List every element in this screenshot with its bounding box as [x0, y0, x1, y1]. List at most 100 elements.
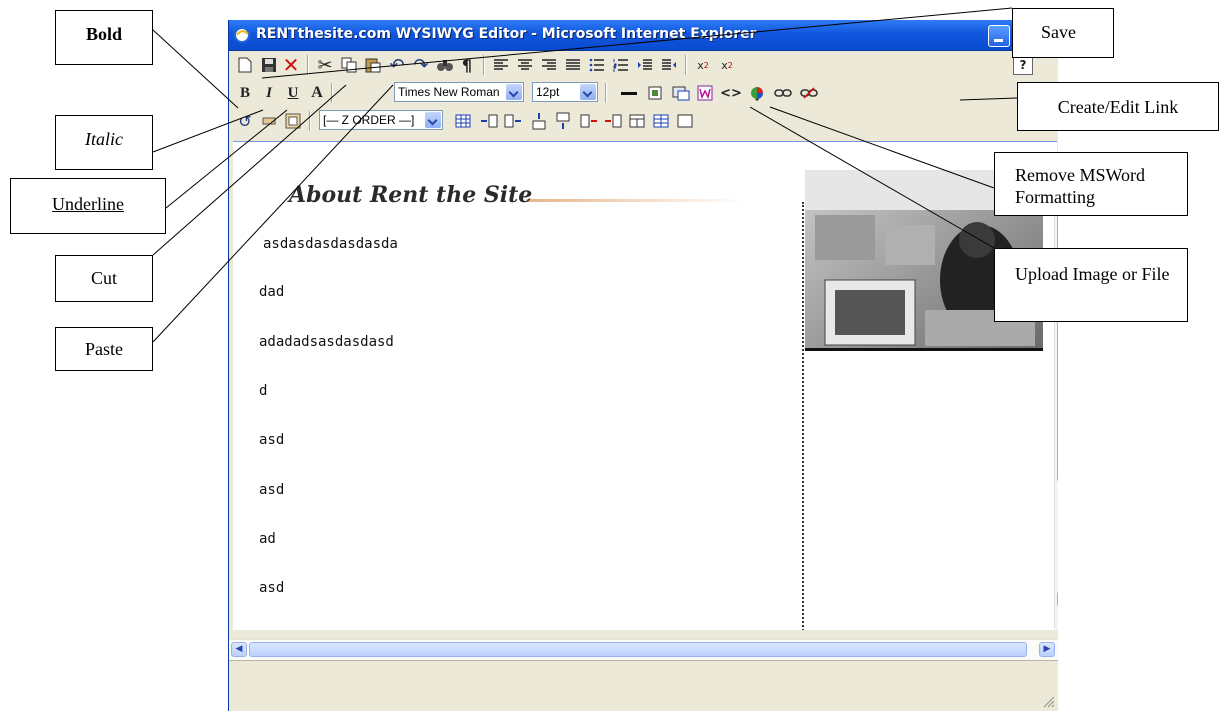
undo-icon[interactable]: ↶	[387, 55, 407, 76]
text-line: asd	[259, 482, 285, 498]
copy-icon[interactable]	[339, 55, 359, 75]
horizontal-scrollbar[interactable]: ◀ ▶	[229, 639, 1058, 660]
toolbar-row-1: ✕ ✂ ↶ ↷ ¶ x 2 x 2 ?	[229, 51, 1058, 79]
chevron-down-icon[interactable]	[506, 84, 522, 100]
font-family-select[interactable]: Times New Roman	[394, 82, 524, 102]
callout-paste: Paste	[55, 327, 153, 371]
callout-save: Save	[1012, 8, 1114, 58]
page-heading: About Rent the Site	[289, 182, 533, 208]
toolbar-row-3: ↺ [— Z ORDER —]	[229, 107, 1058, 135]
text-line: ad	[259, 531, 276, 547]
merge-cells-icon[interactable]	[627, 111, 647, 131]
scroll-left-arrow-icon[interactable]: ◀	[231, 642, 247, 657]
split-cells-icon[interactable]	[651, 111, 671, 131]
separator	[483, 55, 485, 75]
chevron-down-icon[interactable]	[425, 112, 441, 128]
unlink-icon[interactable]	[799, 83, 819, 103]
callout-bold: Bold	[55, 10, 153, 65]
separator	[309, 111, 311, 131]
text-line: asd	[259, 432, 285, 448]
align-right-icon[interactable]	[539, 55, 559, 75]
save-icon[interactable]	[259, 55, 279, 75]
indent-icon[interactable]	[635, 55, 655, 75]
toolbar-area: ✕ ✂ ↶ ↷ ¶ x 2 x 2 ? B I U A Times New Ro…	[229, 51, 1058, 141]
window-title: RENTthesite.com WYSIWYG Editor - Microso…	[256, 26, 757, 42]
callout-remove-msword: Remove MSWord Formatting	[994, 152, 1188, 216]
font-family-value: Times New Roman	[398, 85, 500, 99]
numbered-list-icon[interactable]	[611, 55, 631, 75]
text-line: a	[259, 628, 267, 630]
scroll-down-arrow-icon[interactable]: ▼	[1057, 591, 1058, 607]
outdent-icon[interactable]	[659, 55, 679, 75]
toolbar-row-2: B I U A Times New Roman 12pt <>	[229, 79, 1058, 107]
status-bar	[229, 660, 1058, 711]
text-line: asd	[259, 580, 285, 596]
insert-row-below-icon[interactable]	[553, 111, 573, 131]
align-center-icon[interactable]	[515, 55, 535, 75]
cell-divider	[802, 202, 804, 630]
separator	[685, 55, 687, 75]
text-line: adadadsasdasdasd	[259, 334, 394, 350]
upload-image-icon[interactable]	[671, 83, 691, 103]
separator	[307, 55, 309, 75]
redo-icon[interactable]: ↷	[411, 55, 431, 76]
bullet-list-icon[interactable]	[587, 55, 607, 75]
horizontal-scroll-thumb[interactable]	[249, 642, 1027, 657]
help-icon[interactable]: ?	[1013, 55, 1033, 75]
horizontal-rule-icon[interactable]	[619, 83, 639, 103]
cut-icon[interactable]: ✂	[315, 55, 335, 76]
italic-icon[interactable]: I	[259, 83, 279, 103]
scroll-right-arrow-icon[interactable]: ▶	[1039, 642, 1055, 657]
justify-icon[interactable]	[563, 55, 583, 75]
insert-row-above-icon[interactable]	[529, 111, 549, 131]
separator	[331, 83, 333, 103]
font-color-icon[interactable]: A	[307, 83, 327, 103]
z-order-select[interactable]: [— Z ORDER —]	[319, 110, 443, 130]
rotate-icon[interactable]: ↺	[235, 111, 255, 131]
text-line: asdasdasdasdasda	[263, 236, 398, 252]
find-icon[interactable]	[435, 55, 455, 75]
paragraph-icon[interactable]: ¶	[457, 55, 477, 75]
title-bar[interactable]: RENTthesite.com WYSIWYG Editor - Microso…	[229, 20, 1058, 51]
font-size-select[interactable]: 12pt	[532, 82, 598, 102]
insert-column-right-icon[interactable]	[503, 111, 523, 131]
vertical-scrollbar[interactable]: ▼	[1054, 164, 1058, 629]
editor-window: RENTthesite.com WYSIWYG Editor - Microso…	[228, 20, 1058, 711]
callout-italic: Italic	[55, 115, 153, 170]
html-source-icon[interactable]: <>	[720, 83, 742, 103]
text-line: dad	[259, 284, 285, 300]
callout-cut: Cut	[55, 255, 153, 302]
resize-grip-icon[interactable]	[1041, 694, 1055, 708]
send-backward-icon[interactable]	[283, 111, 303, 131]
ie-icon	[234, 27, 250, 43]
color-picker-icon[interactable]	[747, 83, 767, 103]
font-size-value: 12pt	[536, 85, 560, 99]
subscript-icon[interactable]: x2	[717, 55, 737, 75]
callout-underline: Underline	[10, 178, 166, 234]
align-left-icon[interactable]	[491, 55, 511, 75]
table-border-icon[interactable]	[675, 111, 695, 131]
insert-column-left-icon[interactable]	[479, 111, 499, 131]
text-line: d	[259, 383, 268, 399]
separator	[605, 83, 607, 103]
delete-row-icon[interactable]	[603, 111, 623, 131]
paste-icon[interactable]	[363, 55, 383, 75]
image-icon[interactable]	[645, 83, 665, 103]
delete-column-icon[interactable]	[579, 111, 599, 131]
new-document-icon[interactable]	[235, 55, 255, 75]
callout-upload-image: Upload Image or File	[994, 248, 1188, 322]
insert-table-icon[interactable]	[453, 111, 473, 131]
delete-icon[interactable]: ✕	[281, 53, 301, 77]
bring-forward-icon[interactable]	[259, 111, 279, 131]
bold-icon[interactable]: B	[235, 83, 255, 103]
minimize-button[interactable]	[988, 25, 1010, 47]
callout-create-edit-link: Create/Edit Link	[1017, 82, 1219, 131]
z-order-value: [— Z ORDER —]	[323, 113, 415, 127]
editor-content[interactable]: About Rent the Site asdasdasdasdasda dad…	[233, 141, 1057, 630]
superscript-icon[interactable]: x2	[693, 55, 713, 75]
remove-msword-icon[interactable]	[695, 83, 715, 103]
underline-icon[interactable]: U	[283, 83, 303, 103]
heading-decoration-line	[526, 199, 746, 202]
chevron-down-icon[interactable]	[580, 84, 596, 100]
link-icon[interactable]	[773, 83, 793, 103]
